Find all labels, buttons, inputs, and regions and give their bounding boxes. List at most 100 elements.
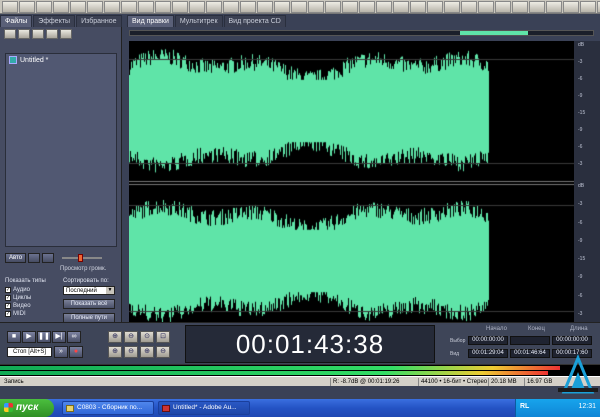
play-preview-icon[interactable]	[28, 253, 41, 263]
type-midi[interactable]: ✓ MIDI	[5, 310, 60, 318]
trim-toolbar-icon[interactable]	[155, 0, 171, 13]
loop-preview-icon[interactable]	[42, 253, 55, 263]
taskbar-item-collection[interactable]: C0803 - Сборник по...	[62, 401, 154, 415]
type-video[interactable]: ✓ Видео	[5, 302, 60, 310]
select-toolbar-icon[interactable]	[189, 0, 205, 13]
selection-start-field[interactable]: 00:00:00:00	[468, 336, 508, 345]
autoplay-button[interactable]: Авто	[5, 253, 27, 263]
play-to-end-icon[interactable]: ▶|	[52, 331, 66, 343]
burn-toolbar-icon[interactable]	[444, 0, 460, 13]
copy-toolbar-icon[interactable]	[70, 0, 86, 13]
tab-favorites[interactable]: Избранное	[76, 15, 122, 27]
record-icon[interactable]: ●	[69, 346, 83, 358]
taskbar-item-audition[interactable]: Untitled* - Adobe Au...	[158, 401, 250, 415]
preview-volume-slider[interactable]	[62, 254, 103, 262]
undo-toolbar-icon[interactable]	[104, 0, 120, 13]
script-toolbar-icon[interactable]	[342, 0, 358, 13]
tools-toolbar-icon[interactable]	[495, 0, 511, 13]
fast-forward-icon[interactable]: »	[54, 346, 68, 358]
zoom-in-vertical-icon[interactable]: ⊕	[140, 346, 154, 358]
view-start-field[interactable]: 00:01:29:04	[468, 349, 508, 358]
language-indicator[interactable]: RL	[520, 403, 529, 410]
view-toolbar-icon[interactable]	[529, 0, 545, 13]
type-audio[interactable]: ✓ Аудио	[5, 286, 60, 294]
type-loops[interactable]: ✓ Циклы	[5, 294, 60, 302]
marker-toolbar-icon[interactable]	[274, 0, 290, 13]
list-item[interactable]: Untitled *	[6, 54, 116, 66]
status-free: 16.97 GB	[524, 378, 552, 386]
show-all-button[interactable]: Показать всё	[63, 299, 115, 309]
checkbox-icon[interactable]: ✓	[5, 287, 11, 293]
status-bar: Запись R: -8.7dB @ 00:01:19:26 44100 • 1…	[0, 376, 600, 386]
sort-select[interactable]: Последний ▼	[63, 286, 115, 295]
sort-label: Сортировать по:	[63, 278, 109, 284]
bus-toolbar-icon[interactable]	[376, 0, 392, 13]
open-file-icon[interactable]	[4, 29, 16, 39]
loop-toolbar-icon[interactable]	[240, 0, 256, 13]
bottom-db-label: -3	[578, 201, 583, 208]
open-toolbar-icon[interactable]	[19, 0, 35, 13]
organizer-panel: Файлы Эффекты Избранное Untitled * Авто	[0, 15, 122, 323]
play-icon[interactable]: ▶	[22, 331, 36, 343]
zoom-full-icon[interactable]: ⊙	[140, 331, 154, 343]
toolbar	[0, 0, 600, 14]
tab-cd-project[interactable]: Вид проекта CD	[223, 15, 286, 27]
envelope-toolbar-icon[interactable]	[206, 0, 222, 13]
import-file-icon[interactable]	[18, 29, 30, 39]
checkbox-icon[interactable]: ✓	[5, 295, 11, 301]
zoom-selection-icon[interactable]: ⊡	[156, 331, 170, 343]
slider-thumb[interactable]	[78, 254, 84, 262]
chevron-down-icon[interactable]: ▼	[106, 287, 114, 294]
checkbox-icon[interactable]: ✓	[5, 303, 11, 309]
video-toolbar-icon[interactable]	[410, 0, 426, 13]
zoom-in-horizontal-icon[interactable]: ⊕	[108, 331, 122, 343]
help-toolbar-icon[interactable]	[461, 0, 477, 13]
amp-toolbar-icon[interactable]	[580, 0, 596, 13]
info-toolbar-icon[interactable]	[478, 0, 494, 13]
tab-edit-view[interactable]: Вид правки	[127, 15, 174, 27]
eq-toolbar-icon[interactable]	[563, 0, 579, 13]
save-toolbar-icon[interactable]	[36, 0, 52, 13]
insert-multitrack-icon[interactable]	[46, 29, 58, 39]
tab-effects[interactable]: Эффекты	[33, 15, 76, 27]
top-db-label: -3	[578, 161, 583, 167]
view-end-field[interactable]: 00:01:46:64	[510, 349, 550, 358]
paste-toolbar-icon[interactable]	[87, 0, 103, 13]
fx-toolbar-icon[interactable]	[546, 0, 562, 13]
overview-scrollbar[interactable]	[129, 30, 594, 36]
waveform-canvas[interactable]	[129, 41, 574, 324]
selection-length-field[interactable]: 00:00:00:00	[552, 336, 592, 345]
cut-toolbar-icon[interactable]	[53, 0, 69, 13]
batch-toolbar-icon[interactable]	[325, 0, 341, 13]
overview-thumb[interactable]	[460, 31, 528, 35]
tab-files[interactable]: Файлы	[0, 15, 33, 27]
redo-toolbar-icon[interactable]	[121, 0, 137, 13]
zoom-out-horizontal-icon[interactable]: ⊖	[124, 331, 138, 343]
meter-toolbar-icon[interactable]	[291, 0, 307, 13]
mixer-toolbar-icon[interactable]	[359, 0, 375, 13]
edit-file-icon[interactable]	[60, 29, 72, 39]
waveform-display[interactable]	[129, 41, 574, 324]
selection-end-field[interactable]	[510, 336, 550, 345]
watermark-logo-icon	[558, 354, 598, 394]
checkbox-icon[interactable]: ✓	[5, 311, 11, 317]
autoplay-row: Авто	[5, 252, 117, 264]
loop-icon[interactable]: ∞	[67, 331, 81, 343]
close-file-icon[interactable]	[32, 29, 44, 39]
zoom-left-icon[interactable]: ⊕	[108, 346, 122, 358]
start-button[interactable]: пуск	[0, 399, 54, 417]
zoom-right-icon[interactable]: ⊖	[124, 346, 138, 358]
edit-toolbar-icon[interactable]	[512, 0, 528, 13]
effect-toolbar-icon[interactable]	[308, 0, 324, 13]
mix-toolbar-icon[interactable]	[138, 0, 154, 13]
cue-toolbar-icon[interactable]	[257, 0, 273, 13]
zoom-toolbar-icon[interactable]	[172, 0, 188, 13]
pause-icon[interactable]: ❚❚	[37, 331, 51, 343]
cd-toolbar-icon[interactable]	[427, 0, 443, 13]
spectral-toolbar-icon[interactable]	[223, 0, 239, 13]
tab-multitrack[interactable]: Мультитрек	[174, 15, 223, 27]
track-toolbar-icon[interactable]	[393, 0, 409, 13]
zoom-out-vertical-icon[interactable]: ⊖	[156, 346, 170, 358]
stop-icon[interactable]: ■	[7, 331, 21, 343]
new-toolbar-icon[interactable]	[2, 0, 18, 13]
